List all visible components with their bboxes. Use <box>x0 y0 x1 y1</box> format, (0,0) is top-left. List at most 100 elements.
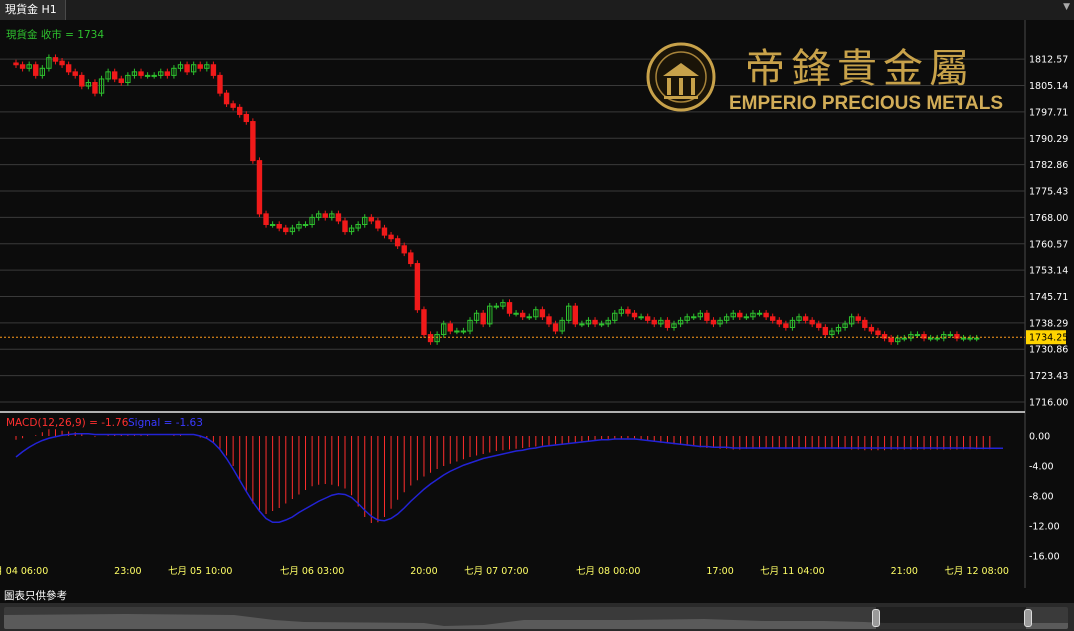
candle-body <box>743 316 750 319</box>
signal-legend-label: Signal = -1.63 <box>128 417 203 429</box>
chart-disclaimer: 圖表只供參考 <box>4 590 67 602</box>
price-axis-tick: 1723.43 <box>1029 371 1068 382</box>
candle-body <box>513 312 519 315</box>
candle-body <box>33 64 39 76</box>
macd-legend-label: MACD(12,26,9) = -1.76 <box>6 417 129 429</box>
candle-body <box>394 238 401 247</box>
price-axis-tick: 1768.00 <box>1029 213 1068 224</box>
candle-body <box>480 312 486 325</box>
candle-body <box>151 74 157 77</box>
candle-body <box>414 263 421 311</box>
time-axis-tick: 七月 04 06:00 <box>0 566 48 577</box>
navigator-window[interactable] <box>876 607 1026 629</box>
candle-body <box>625 309 631 314</box>
candle-body <box>539 309 546 318</box>
navigator-left-handle[interactable] <box>872 609 880 627</box>
candle-body <box>704 312 710 321</box>
candle-body <box>901 337 907 340</box>
navigator-right-handle[interactable] <box>1024 609 1032 627</box>
time-axis-tick: 七月 07 07:00 <box>464 566 529 577</box>
candle-body <box>572 305 578 325</box>
candle-body <box>802 316 809 321</box>
candle-body <box>552 323 559 332</box>
chart-tab[interactable]: 現貨金 H1 <box>0 0 66 20</box>
price-axis-tick: 1745.71 <box>1029 292 1068 303</box>
candle-body <box>875 330 881 336</box>
candle-body <box>862 319 868 328</box>
candle-body <box>421 309 427 336</box>
candle-body <box>460 330 467 333</box>
candle-body <box>381 227 388 236</box>
price-axis-tick: 1753.14 <box>1029 266 1068 277</box>
candle-body <box>118 78 124 84</box>
candle-body <box>855 316 861 321</box>
time-axis-tick: 21:00 <box>891 566 918 577</box>
current-price-tag-label: 1734.25 <box>1029 333 1068 344</box>
candle-body <box>302 224 309 226</box>
time-axis-tick: 20:00 <box>410 566 437 577</box>
candle-body <box>250 121 256 162</box>
candle-body <box>79 74 85 87</box>
price-axis-tick: 1812.57 <box>1029 55 1068 66</box>
logo-chinese-text: 帝鋒貴金屬 <box>745 46 975 92</box>
chart-tab-title: 現貨金 H1 <box>5 3 57 16</box>
candle-body <box>59 60 65 66</box>
price-axis-tick: 1805.14 <box>1029 81 1068 92</box>
candle-body <box>388 234 394 240</box>
macd-axis-tick: -8.00 <box>1029 492 1054 503</box>
candle-body <box>322 213 328 218</box>
price-axis-tick: 1730.86 <box>1029 345 1068 356</box>
price-chart[interactable]: 1734.25 1812.57 1805.14 1797.71 1790.29 1782… <box>0 20 1074 588</box>
candle-body <box>651 319 657 325</box>
candle-body <box>269 224 276 226</box>
candle-body <box>408 252 414 265</box>
time-axis-tick: 17:00 <box>706 566 733 577</box>
candle-body <box>519 312 526 318</box>
candle-body <box>19 64 26 69</box>
emperio-logo: 帝鋒貴金屬 EMPERIO PRECIOUS METALS <box>646 42 1003 114</box>
macd-axis-tick: -4.00 <box>1029 462 1054 473</box>
time-axis-tick: 七月 05 10:00 <box>168 566 233 577</box>
candle-body <box>776 319 782 325</box>
dropdown-arrow-icon[interactable]: ▼ <box>1063 2 1070 12</box>
candle-body <box>217 74 223 94</box>
macd-axis-tick: -16.00 <box>1029 552 1060 563</box>
candle-body <box>914 334 921 337</box>
candle-body <box>368 216 375 222</box>
candle-body <box>342 220 348 233</box>
chart-tab-bar: 現貨金 H1 ▼ <box>0 0 1074 21</box>
candle-body <box>447 323 453 332</box>
candle-body <box>283 227 289 233</box>
price-axis-tick: 1716.00 <box>1029 398 1068 409</box>
candle-body <box>868 326 875 332</box>
time-axis-tick: 七月 12 08:00 <box>944 566 1009 577</box>
candle-body <box>230 103 236 108</box>
candle-body <box>164 71 171 76</box>
navigator-track[interactable] <box>4 607 1068 629</box>
candle-body <box>644 316 651 321</box>
candle-body <box>52 57 59 62</box>
candle-body <box>335 213 342 222</box>
candle-body <box>92 82 98 94</box>
candle-body <box>816 323 822 328</box>
candle-body <box>947 334 954 337</box>
candle-body <box>256 160 263 215</box>
candle-body <box>638 316 644 319</box>
chart-navigator[interactable] <box>0 603 1074 631</box>
candle-body <box>809 319 815 325</box>
candle-body <box>454 330 460 333</box>
candle-body <box>138 71 144 76</box>
candle-body <box>237 106 243 115</box>
candle-body <box>493 305 500 308</box>
candle-body <box>65 64 72 73</box>
candle-body <box>664 319 671 328</box>
price-axis-tick: 1775.43 <box>1029 187 1068 198</box>
candle-body <box>710 319 717 325</box>
candle-body <box>546 316 552 325</box>
price-axis-tick: 1797.71 <box>1029 107 1068 118</box>
candle-body <box>756 312 763 315</box>
candle-body <box>763 312 769 318</box>
price-axis-tick: 1782.86 <box>1029 160 1068 171</box>
macd-axis-tick: -12.00 <box>1029 522 1060 533</box>
candle-body <box>631 312 638 318</box>
